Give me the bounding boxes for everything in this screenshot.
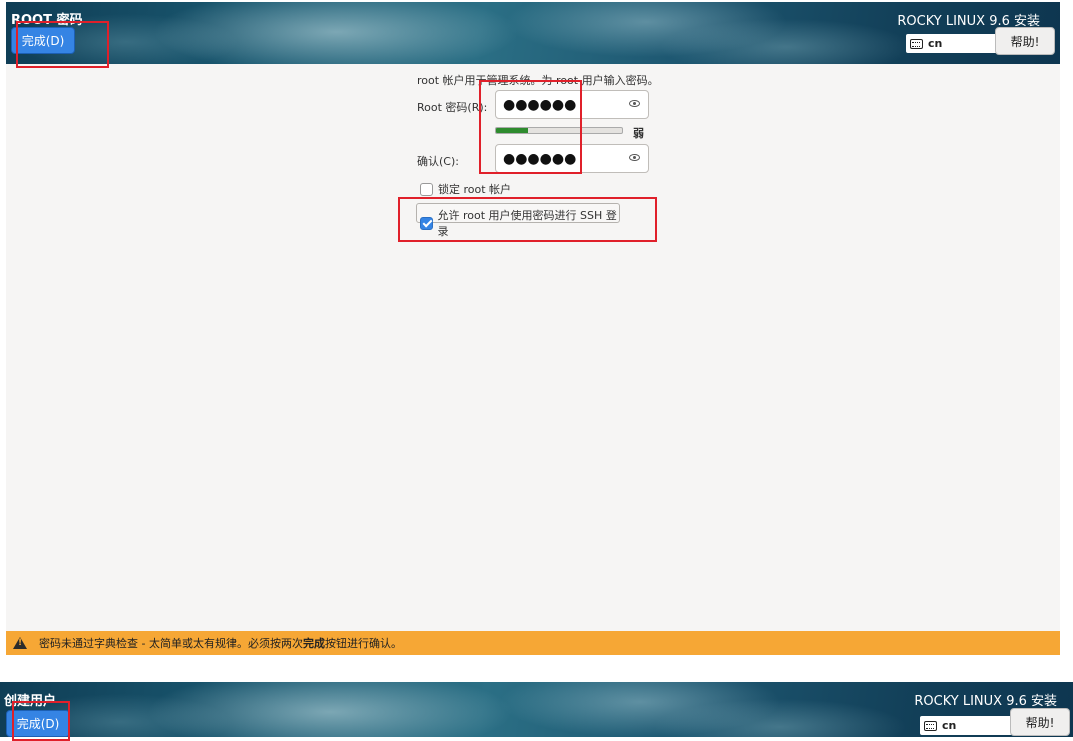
lock-root-checkbox[interactable] bbox=[420, 182, 433, 196]
highlight-ssh-option bbox=[398, 197, 657, 242]
keyboard-layout-label: cn bbox=[928, 37, 943, 50]
create-user-window: 创建用户 完成(D) ROCKY LINUX 9.6 安装 cn 帮助! bbox=[0, 682, 1073, 737]
warning-bar: 密码未通过字典检查 - 太简单或太有规律。必须按两次完成按钮进行确认。 bbox=[6, 631, 1060, 655]
warning-icon bbox=[13, 637, 27, 649]
show-confirm-icon[interactable] bbox=[629, 154, 640, 161]
warning-message: 密码未通过字典检查 - 太简单或太有规律。必须按两次完成按钮进行确认。 bbox=[39, 637, 402, 650]
keyboard-layout-indicator[interactable]: cn bbox=[906, 34, 998, 53]
strength-label: 弱 bbox=[633, 127, 644, 140]
highlight-done-button bbox=[16, 21, 109, 68]
window-edge bbox=[1060, 0, 1073, 655]
keyboard-layout-indicator-2[interactable]: cn bbox=[920, 716, 1012, 735]
help-button[interactable]: 帮助! bbox=[995, 27, 1055, 55]
highlight-password-fields bbox=[479, 80, 582, 174]
lock-root-label: 锁定 root 帐户 bbox=[438, 183, 512, 196]
product-title-2: ROCKY LINUX 9.6 安装 bbox=[914, 694, 1057, 709]
keyboard-layout-label-2: cn bbox=[942, 719, 957, 732]
keyboard-icon-2 bbox=[924, 720, 937, 731]
password-label: Root 密码(R): bbox=[417, 101, 488, 114]
header-banner: ROOT 密码 完成(D) ROCKY LINUX 9.6 安装 cn 帮助! bbox=[6, 2, 1060, 64]
help-button-2[interactable]: 帮助! bbox=[1010, 708, 1070, 736]
header-banner-2: 创建用户 完成(D) ROCKY LINUX 9.6 安装 cn 帮助! bbox=[0, 682, 1073, 737]
confirm-label: 确认(C): bbox=[417, 155, 459, 168]
show-password-icon[interactable] bbox=[629, 100, 640, 107]
highlight-done-button-2 bbox=[12, 701, 70, 741]
keyboard-icon bbox=[910, 38, 923, 49]
lock-root-checkbox-row[interactable]: 锁定 root 帐户 bbox=[420, 181, 511, 197]
